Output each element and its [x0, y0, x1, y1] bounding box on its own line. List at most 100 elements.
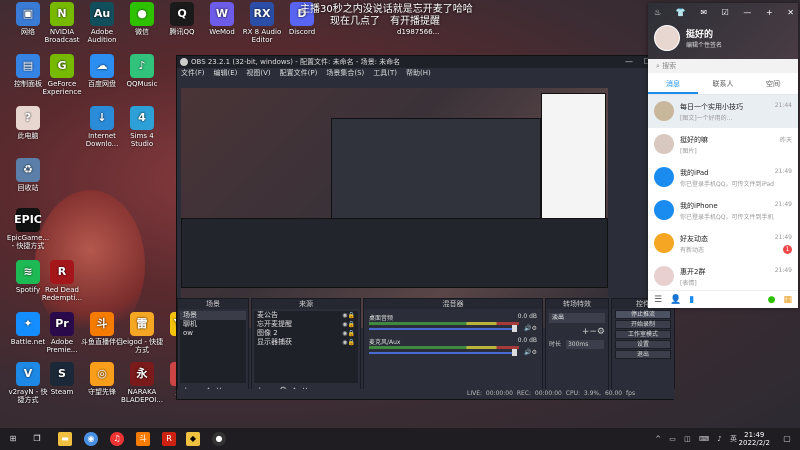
duration-input[interactable]: 300ms	[565, 340, 604, 349]
qq-signature[interactable]: 编辑个性签名	[686, 40, 722, 49]
list-item[interactable]: 每日一个实用小技巧 [图文]一个好用的... 21:44	[648, 95, 798, 128]
list-item[interactable]: 我的iPhone 你已登录手机QQ，可传文件到手机 21:49	[648, 194, 798, 227]
visibility-icon[interactable]: ◉🔒	[342, 329, 355, 338]
list-item[interactable]: 我的iPad 你已登录手机QQ，可传文件到iPad 21:49	[648, 161, 798, 194]
desktop-icon[interactable]: ♪ QQMusic	[120, 54, 164, 88]
desktop-icon[interactable]: W WeMod	[200, 2, 244, 36]
desktop-icon[interactable]: ◎ 守望先锋	[80, 362, 124, 396]
apps-icon[interactable]: ▦	[783, 295, 792, 305]
visibility-icon[interactable]: ◉🔒	[342, 320, 355, 329]
minimize-icon[interactable]: —	[625, 56, 633, 68]
nested-obs-capture	[331, 118, 541, 228]
menu-icon[interactable]: ☰	[654, 295, 662, 305]
game-icon[interactable]: ●	[768, 295, 776, 305]
control-button[interactable]: 设置	[615, 340, 671, 349]
qq-tab[interactable]: 联系人	[698, 73, 748, 94]
desktop-icon[interactable]: ↓ Internet Downlo...	[80, 106, 124, 148]
scene-item[interactable]: 场景	[180, 311, 246, 320]
system-tray[interactable]: ^ ▭ ◫ ⌨ ♪ 英	[655, 434, 740, 444]
desktop-icon[interactable]: 斗斗鱼直播伴侣	[80, 312, 124, 346]
file-icon[interactable]: ▮	[689, 295, 694, 305]
desktop-icon[interactable]: 4 Sims 4 Studio	[120, 106, 164, 148]
nvidia-icon: N	[50, 2, 74, 26]
desktop-icon[interactable]: R Red Dead Redempti...	[40, 260, 84, 302]
qq-close-icon[interactable]: ✕	[787, 8, 794, 17]
source-item[interactable]: 图像 2 ◉🔒	[254, 329, 358, 338]
volume-slider-handle[interactable]	[512, 325, 517, 332]
obs-preview[interactable]	[181, 88, 608, 328]
desktop-icon[interactable]: N NVIDIA Broadcast	[40, 2, 84, 44]
transitions-title: 转场特效	[546, 299, 608, 309]
clock[interactable]: 21:49 2022/2/2	[739, 431, 770, 447]
obs-menu-item[interactable]: 视图(V)	[246, 69, 270, 77]
desktop-icon[interactable]: Q 腾讯QQ	[160, 2, 204, 36]
desktop-icon[interactable]: Pr Adobe Premie...	[40, 312, 84, 354]
overlay-line-1: 主播30秒之内没说话就是忘开麦了哈哈	[300, 4, 473, 15]
obs-menu-item[interactable]: 配置文件(P)	[280, 69, 318, 77]
qq-shirt-icon[interactable]: 👕	[676, 8, 686, 17]
windows-start-icon[interactable]: ⊞	[6, 432, 20, 446]
list-item[interactable]: 好友动态 有新动态 21:49 1	[648, 227, 798, 260]
volume-slider[interactable]	[369, 352, 514, 354]
qq-plus-icon[interactable]: +	[766, 8, 773, 17]
qq-tab[interactable]: 消息	[648, 73, 698, 94]
source-item[interactable]: 忘开麦提醒 ◉🔒	[254, 320, 358, 329]
volume-slider[interactable]	[369, 328, 514, 330]
obs-menu-item[interactable]: 工具(T)	[373, 69, 397, 77]
nested-docks-capture	[181, 218, 608, 288]
obs-menu-item[interactable]: 场景集合(S)	[326, 69, 364, 77]
source-item[interactable]: 麦公告 ◉🔒	[254, 311, 358, 320]
control-button[interactable]: 停止推流	[615, 310, 671, 319]
desktop-icon[interactable]: 雷 leigod - 快捷方式	[120, 312, 164, 354]
desktop-icon[interactable]: S Steam	[40, 362, 84, 396]
qq-tab[interactable]: 空间	[748, 73, 798, 94]
app-taskbar-icon[interactable]: ◆	[186, 432, 200, 446]
control-button[interactable]: 工作室模式	[615, 330, 671, 339]
desktop-icon[interactable]: 永 NARAKA BLADEPOI...	[120, 362, 164, 404]
this-pc-icon: ?	[16, 106, 40, 130]
premiere-icon: Pr	[50, 312, 74, 336]
volume-slider-handle[interactable]	[512, 349, 517, 356]
control-button[interactable]: 开始录制	[615, 320, 671, 329]
avatar[interactable]	[654, 25, 680, 51]
chrome-icon[interactable]: ◉	[84, 432, 98, 446]
control-button[interactable]: 退出	[615, 350, 671, 359]
mute-speaker-icon[interactable]: 🔊⚙	[524, 325, 537, 332]
desktop-icon[interactable]: G GeForce Experience	[40, 54, 84, 96]
desktop-icon[interactable]: ☁ 百度网盘	[80, 54, 124, 88]
qq-mail-icon[interactable]: ✉	[700, 8, 707, 17]
contacts-add-icon[interactable]: 👤	[670, 295, 681, 305]
qq-check-icon[interactable]: ☑	[722, 8, 729, 17]
scene-item[interactable]: 聊机	[180, 320, 246, 329]
sources-title: 来源	[252, 299, 360, 309]
visibility-icon[interactable]: ◉🔒	[342, 311, 355, 320]
file-explorer-icon[interactable]: ▬	[58, 432, 72, 446]
obs-menu-item[interactable]: 编辑(E)	[214, 69, 238, 77]
obs-menu-item[interactable]: 文件(F)	[181, 69, 205, 77]
visibility-icon[interactable]: ◉🔒	[342, 338, 355, 347]
obs-taskbar-icon[interactable]: ●	[212, 432, 226, 446]
desktop-icon[interactable]: RX RX 8 Audio Editor	[240, 2, 284, 44]
notification-icon[interactable]: ▢	[780, 432, 794, 446]
qq-search-input[interactable]: ⌕ 搜索	[648, 59, 798, 73]
desktop-icon[interactable]: Au Adobe Audition	[80, 2, 124, 44]
list-item[interactable]: 惠开2群 [表情] 21:49	[648, 260, 798, 293]
scene-item[interactable]: ow	[180, 329, 246, 338]
desktop-icon[interactable]: ? 此电脑	[6, 106, 50, 140]
list-item[interactable]: 挺好的嘛 [图片] 昨天	[648, 128, 798, 161]
transition-select[interactable]: 淡出	[549, 313, 605, 323]
netease-music-icon[interactable]: ♫	[110, 432, 124, 446]
obs-menu-item[interactable]: 帮助(H)	[406, 69, 431, 77]
source-item[interactable]: 显示器捕获 ◉🔒	[254, 338, 358, 347]
douyu-taskbar-icon[interactable]: 斗	[136, 432, 150, 446]
rockstar-taskbar-icon[interactable]: R	[162, 432, 176, 446]
qq-panel: ♨ 👕 ✉ ☑ — + ✕ 挺好的 编辑个性签名 ⌕ 搜索 消息 联系人 空间 每日…	[648, 3, 798, 308]
mute-speaker-icon[interactable]: 🔊⚙	[524, 349, 537, 356]
task-view-icon[interactable]: ❐	[30, 432, 44, 446]
qq-min-icon[interactable]: —	[743, 8, 751, 17]
control-panel-icon: ▤	[16, 54, 40, 78]
transition-toolbar[interactable]: +−⚙	[549, 327, 605, 337]
desktop-icon[interactable]: EPIC EpicGame... - 快捷方式	[6, 208, 50, 250]
desktop-icon[interactable]: ♻ 回收站	[6, 158, 50, 192]
desktop-icon[interactable]: ● 微信	[120, 2, 164, 36]
